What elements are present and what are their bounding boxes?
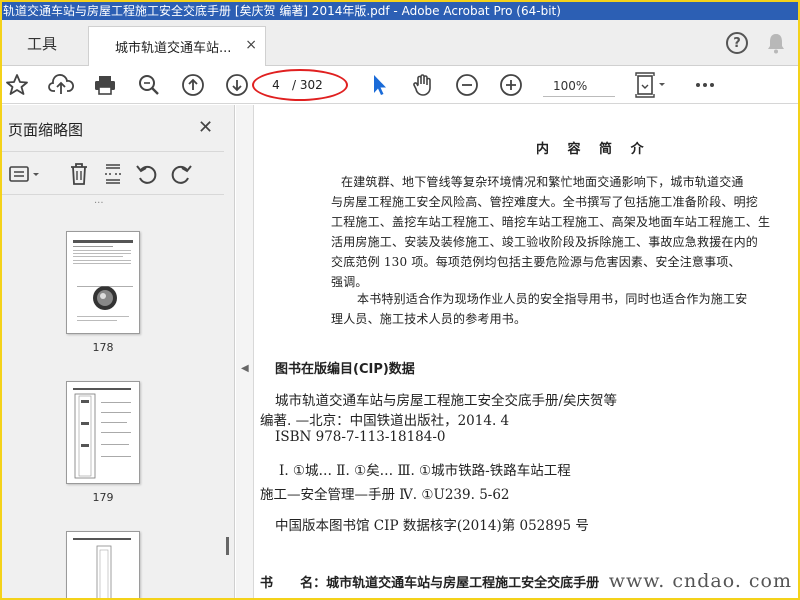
hand-tool-icon[interactable]: [410, 72, 436, 98]
thumbnail-list: 178 179: [2, 201, 222, 598]
zoom-level-field[interactable]: 100%: [543, 75, 615, 97]
document-view: 内 容 简 介 在建筑群、地下管线等复杂环境情况和繁忙地面交通影响下，城市轨道交…: [255, 105, 798, 598]
collapse-panel-icon[interactable]: ◀: [241, 363, 249, 374]
close-panel-icon[interactable]: ✕: [198, 117, 213, 138]
tab-tools[interactable]: 工具: [2, 20, 82, 66]
cip-line: 施工—安全管理—手册 Ⅳ. ①U239. 5-62: [260, 487, 510, 503]
thumbnail-page-number: 178: [92, 341, 114, 354]
intro-line: 活用房施工、安装及装修施工、竣工验收阶段及拆除施工、事故应急救援在内的: [331, 235, 759, 249]
page-fit-icon[interactable]: [632, 72, 670, 98]
cloud-upload-icon[interactable]: [48, 72, 74, 98]
thumbnail-toolbar: [2, 151, 224, 195]
window-title: 轨道交通车站与房屋工程施工安全交底手册 [矣庆贺 编著] 2014年版.pdf …: [3, 4, 561, 18]
zoom-out-icon[interactable]: [454, 72, 480, 98]
intro-heading: 内 容 简 介: [536, 142, 651, 157]
intro-line: 理人员、施工技术人员的参考用书。: [331, 312, 527, 326]
cip-heading: 图书在版编目(CIP)数据: [275, 362, 415, 377]
page-number-highlight: [252, 69, 348, 101]
thumbnail-page-number: 179: [92, 491, 114, 504]
site-watermark: www. cndao. com: [608, 570, 792, 592]
tab-bar: 工具 城市轨道交通车站... × ?: [2, 20, 798, 66]
cip-line: Ⅰ. ①城… Ⅱ. ①矣… Ⅲ. ①城市铁路-铁路车站工程: [279, 463, 571, 479]
intro-line: 本书特别适合作为现场作业人员的安全指导用书，同时也适合作为施工安: [357, 292, 748, 306]
intro-line: 与房屋工程施工安全风险高、管控难度大。全书撰写了包括施工准备阶段、明挖: [331, 195, 759, 209]
select-cursor-icon[interactable]: [366, 72, 392, 98]
cip-line: 中国版本图书馆 CIP 数据核字(2014)第 052895 号: [275, 518, 589, 534]
book-name-row: 书 名：城市轨道交通车站与房屋工程施工安全交底手册: [260, 572, 599, 591]
bookmark-star-icon[interactable]: [4, 72, 30, 98]
book-name: 城市轨道交通车站与房屋工程施工安全交底手册: [326, 576, 600, 591]
panel-divider: ◀: [236, 105, 254, 598]
rotate-left-icon[interactable]: [134, 161, 160, 187]
document-tab-label: 城市轨道交通车站...: [115, 41, 232, 56]
thumbnail-scrollbar[interactable]: [222, 201, 234, 598]
acrobat-window: 轨道交通车站与房屋工程施工安全交底手册 [矣庆贺 编著] 2014年版.pdf …: [2, 2, 798, 598]
delete-page-icon[interactable]: [66, 161, 92, 187]
window-title-bar: 轨道交通车站与房屋工程施工安全交底手册 [矣庆贺 编著] 2014年版.pdf …: [2, 2, 798, 20]
main-toolbar: 4 / 302 100%: [2, 66, 798, 104]
intro-line: 强调。: [331, 275, 368, 289]
thumbnail-options-icon[interactable]: [8, 161, 44, 187]
zoom-search-icon[interactable]: [136, 72, 162, 98]
intro-line: 交底范例 130 项。每项范例均包括主要危险源与危害因素、安全注意事项、: [331, 255, 741, 269]
print-icon[interactable]: [92, 72, 118, 98]
close-tab-icon[interactable]: ×: [245, 37, 257, 53]
panel-title: 页面缩略图: [8, 121, 84, 139]
tab-document[interactable]: 城市轨道交通车站... ×: [88, 26, 266, 66]
help-icon[interactable]: ?: [726, 32, 748, 54]
previous-page-icon[interactable]: [180, 72, 206, 98]
page-thumbnail[interactable]: [66, 381, 140, 484]
next-page-icon[interactable]: [224, 72, 250, 98]
intro-line: 工程施工、盖挖车站工程施工、暗挖车站工程施工、高架及地面车站工程施工、生: [331, 215, 771, 229]
page-thumbnail[interactable]: [66, 531, 140, 598]
thumbnails-panel: 页面缩略图 ✕ ... 178 179: [2, 105, 235, 598]
zoom-level: 100%: [553, 78, 588, 93]
zoom-in-icon[interactable]: [498, 72, 524, 98]
cip-line: ISBN 978-7-113-18184-0: [275, 429, 446, 445]
scrollbar-thumb[interactable]: [226, 537, 229, 555]
intro-line: 在建筑群、地下管线等复杂环境情况和繁忙地面交通影响下，城市轨道交通: [341, 175, 744, 189]
page-thumbnail[interactable]: [66, 231, 140, 334]
more-options-icon[interactable]: [692, 72, 718, 98]
book-name-label: 书 名：: [260, 576, 327, 591]
extract-pages-icon[interactable]: [100, 161, 126, 187]
cip-line: 编著. —北京：中国铁道出版社，2014. 4: [260, 413, 510, 429]
notification-bell-icon[interactable]: [766, 32, 786, 58]
cip-line: 城市轨道交通车站与房屋工程施工安全交底手册/矣庆贺等: [275, 393, 618, 409]
rotate-right-icon[interactable]: [168, 161, 194, 187]
